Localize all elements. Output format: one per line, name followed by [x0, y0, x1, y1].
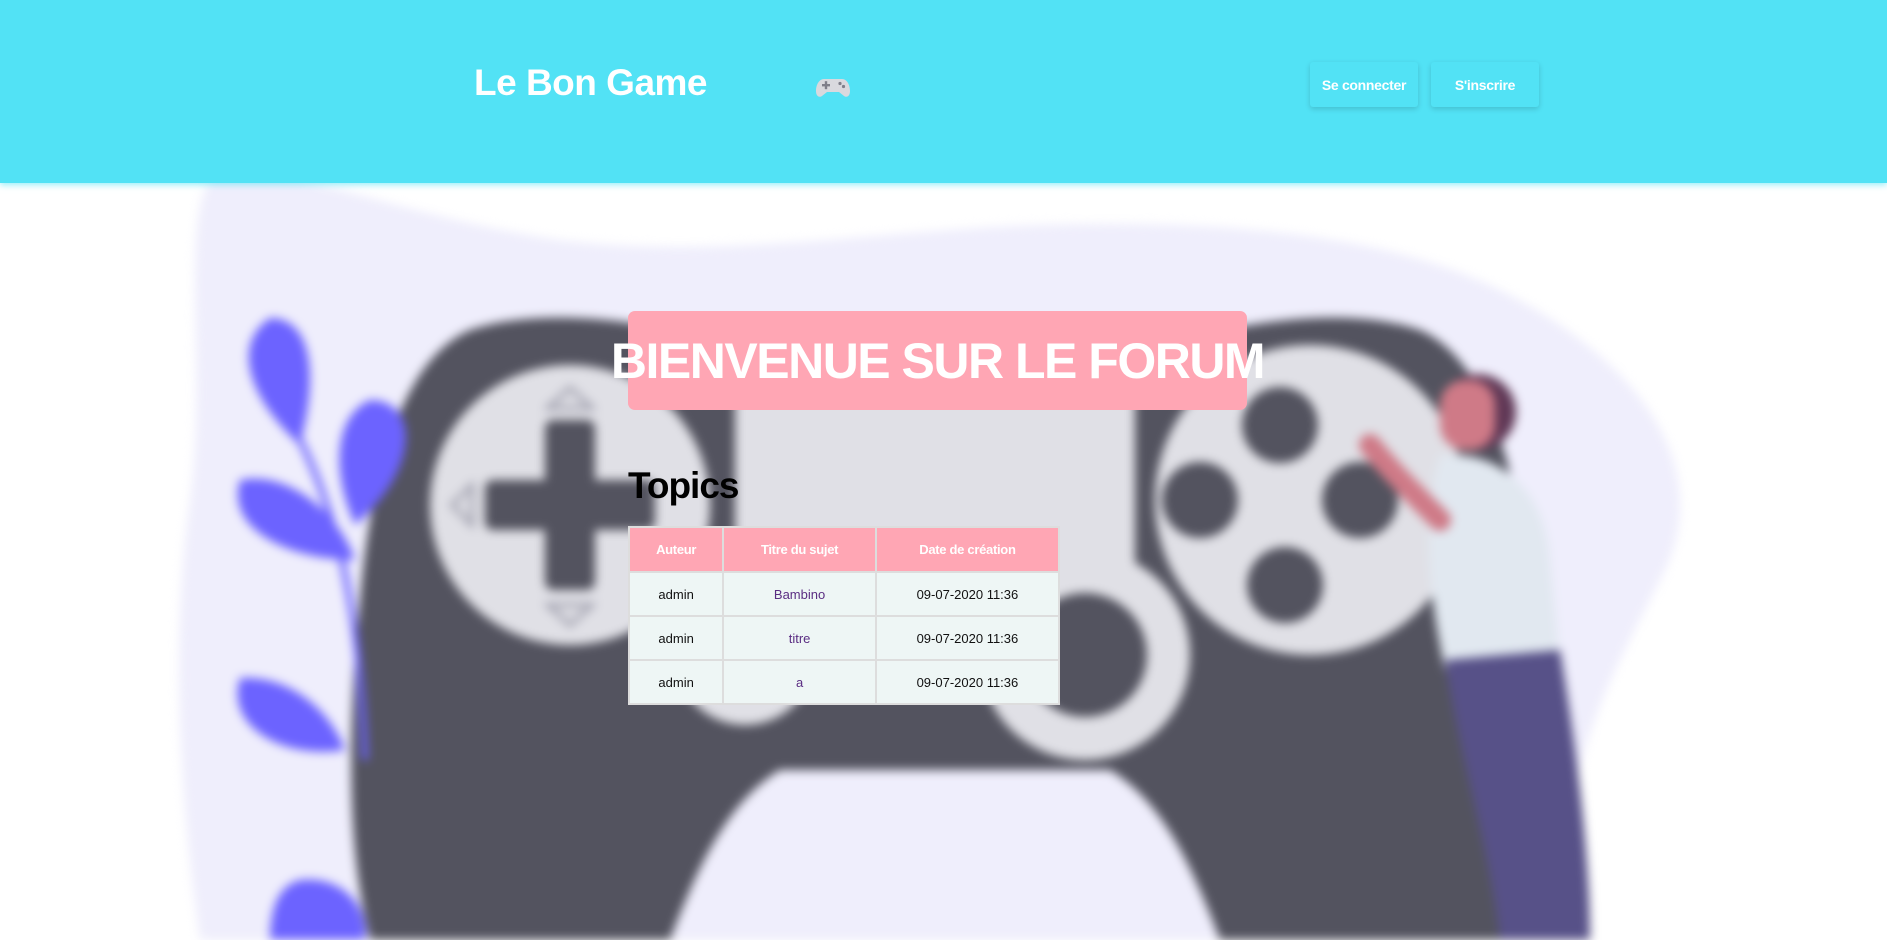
table-row: admin Bambino 09-07-2020 11:36 [627, 571, 1061, 617]
gamepad-icon [816, 79, 850, 97]
column-header-author: Auteur [627, 526, 725, 573]
table-row: admin titre 09-07-2020 11:36 [627, 615, 1061, 661]
topic-link[interactable]: Bambino [774, 587, 825, 602]
table-header-row: Auteur Titre du sujet Date de création [627, 526, 1061, 573]
author-cell: admin [627, 615, 725, 661]
author-cell: admin [627, 571, 725, 617]
title-cell: Bambino [722, 571, 877, 617]
date-cell: 09-07-2020 11:36 [874, 571, 1061, 617]
date-cell: 09-07-2020 11:36 [874, 659, 1061, 705]
column-header-date: Date de création [874, 526, 1061, 573]
page: Le Bon Game Se connecter S'inscrire BIEN… [0, 0, 1887, 940]
site-title[interactable]: Le Bon Game [474, 62, 708, 104]
welcome-banner: BIENVENUE SUR LE FORUM [611, 311, 1266, 410]
site-header: Le Bon Game Se connecter S'inscrire [0, 0, 1887, 183]
topic-link[interactable]: titre [789, 631, 811, 646]
topics-heading: Topics [628, 465, 739, 506]
date-cell: 09-07-2020 11:36 [874, 615, 1061, 661]
topic-link[interactable]: a [796, 675, 803, 690]
title-cell: a [722, 659, 877, 705]
title-cell: titre [722, 615, 877, 661]
welcome-title: BIENVENUE SUR LE FORUM [610, 332, 1266, 389]
table-row: admin a 09-07-2020 11:36 [627, 659, 1061, 705]
column-header-title: Titre du sujet [722, 526, 877, 573]
signup-button[interactable]: S'inscrire [1431, 62, 1539, 107]
login-button[interactable]: Se connecter [1310, 62, 1418, 107]
topics-table: Auteur Titre du sujet Date de création a… [627, 526, 1061, 705]
author-cell: admin [627, 659, 725, 705]
